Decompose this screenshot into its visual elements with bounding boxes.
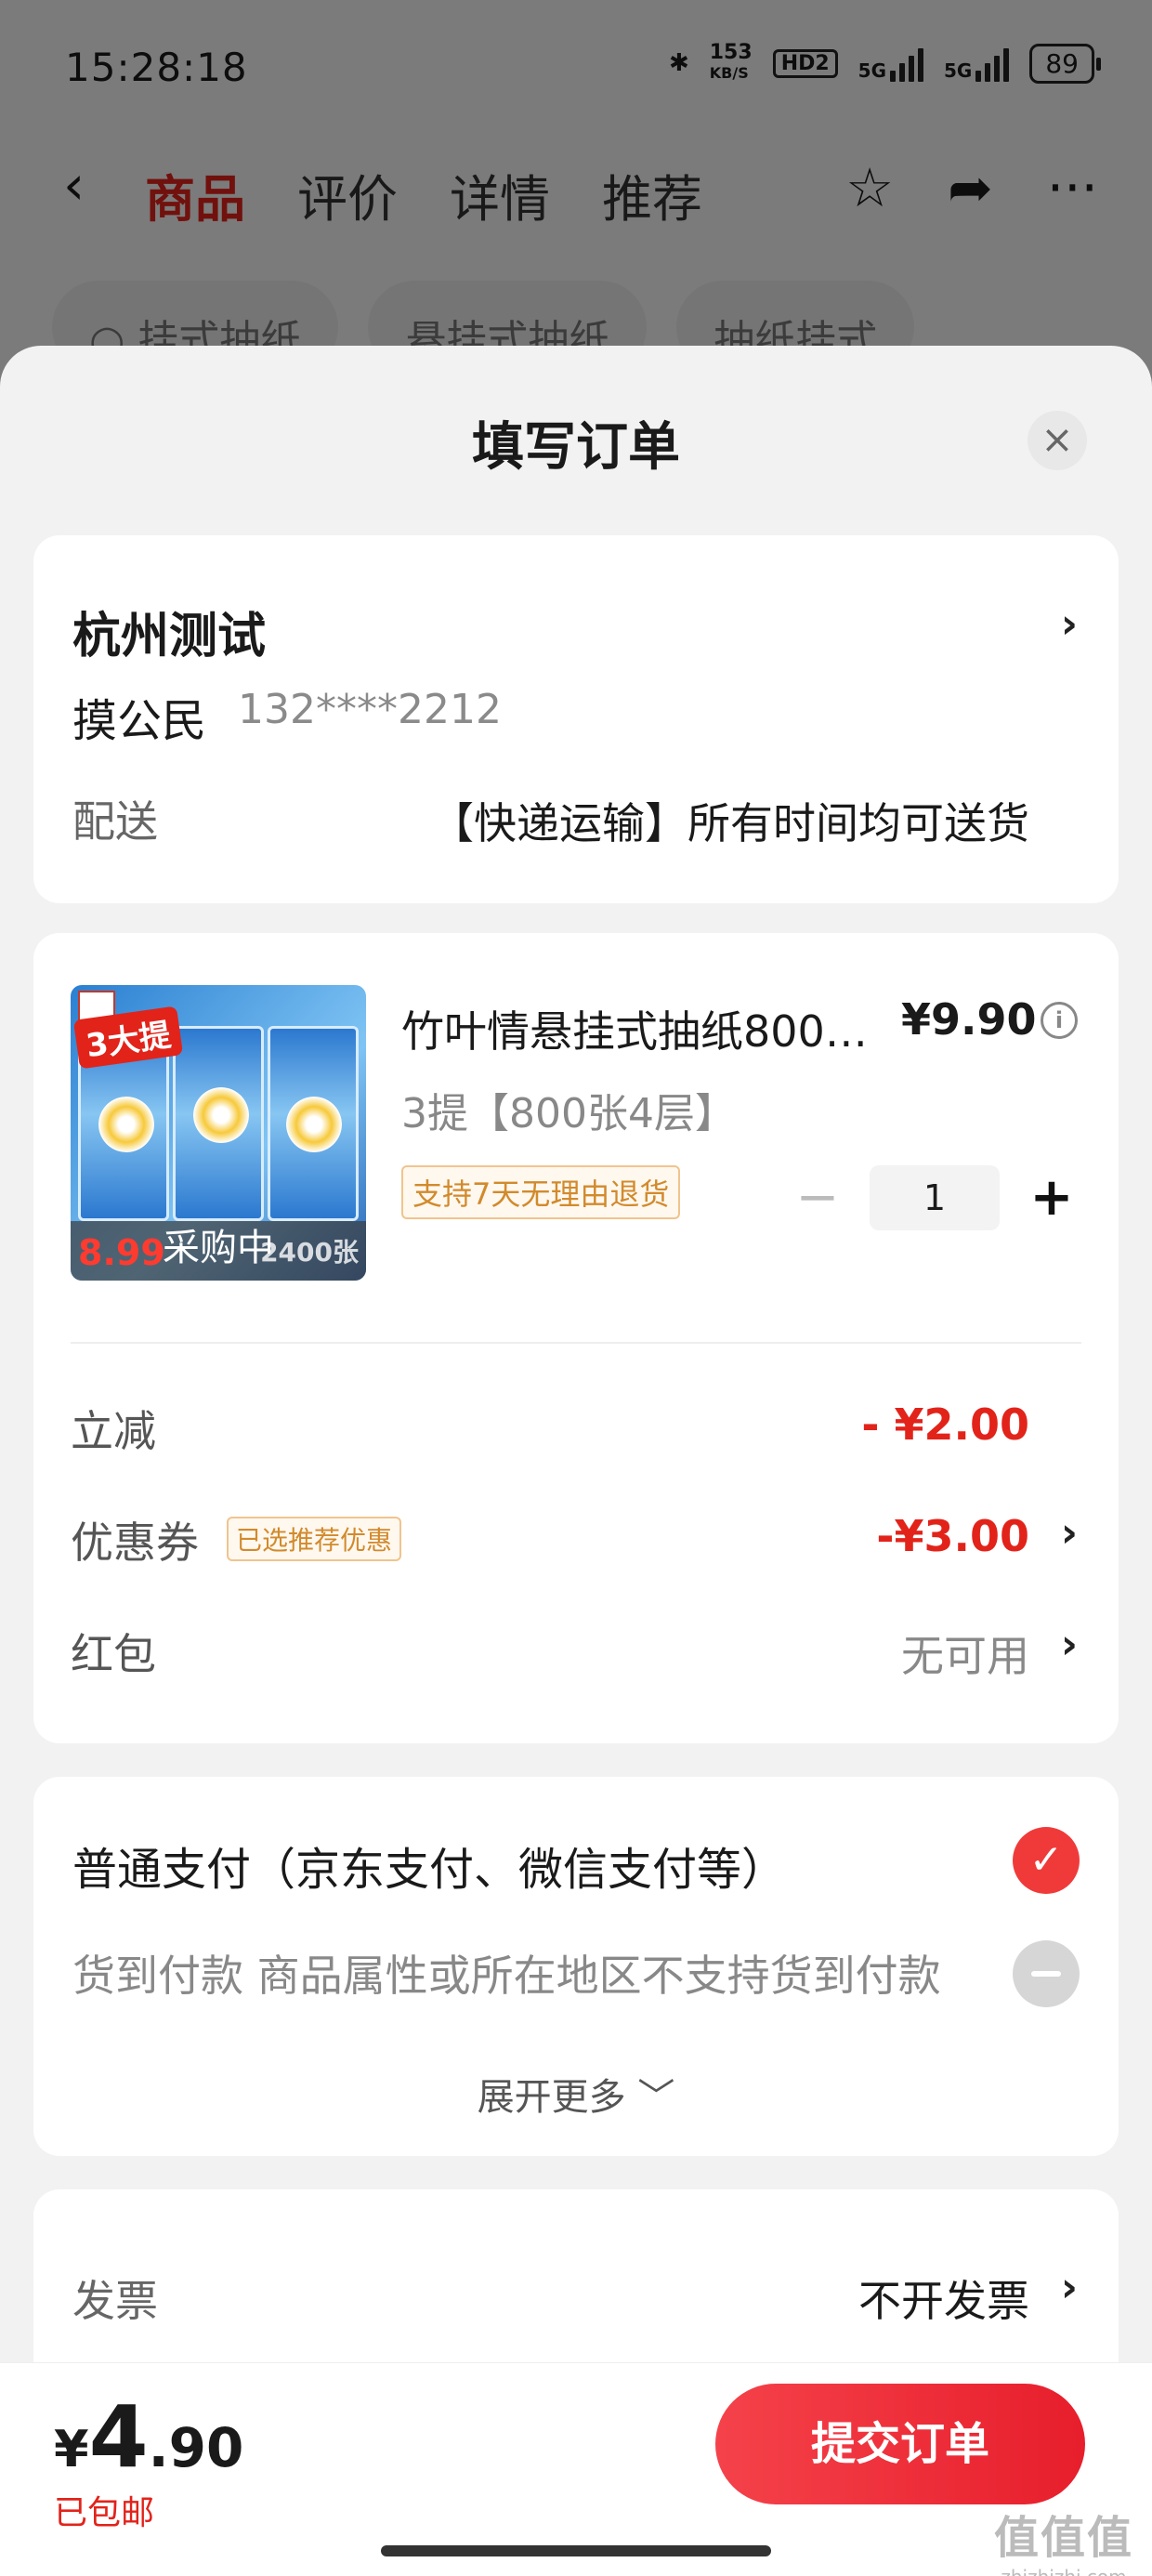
recipient-name: 摸公民 — [72, 695, 207, 747]
quantity-value[interactable]: 1 — [870, 1165, 1000, 1230]
total-decimal: .90 — [148, 2416, 244, 2479]
chevron-right-icon: › — [1060, 2264, 1078, 2311]
instant-discount-label: 立减 — [71, 1406, 156, 1456]
address-card[interactable]: 杭州测试 › 摸公民 132****2212 配送 【快递运输】所有时间均可送货 — [33, 535, 1119, 903]
instant-discount-row: 立减 - ¥2.00 — [71, 1398, 1081, 1463]
expand-more-button[interactable]: 展开更多 ﹀ — [33, 2067, 1119, 2121]
total-price: ¥4.90 — [54, 2387, 243, 2487]
dim-overlay[interactable] — [0, 0, 1152, 390]
coupon-row[interactable]: 优惠券 已选推荐优惠 -¥3.00 › — [71, 1509, 1081, 1574]
watermark: 值值值 zhizhizhi.com — [994, 2501, 1133, 2576]
flower-image — [193, 1087, 249, 1143]
address-city: 杭州测试 — [72, 609, 267, 664]
chevron-right-icon: › — [1060, 600, 1078, 648]
flower-image — [286, 1097, 342, 1152]
total-integer: 4 — [88, 2387, 149, 2487]
home-indicator[interactable] — [381, 2545, 771, 2556]
checkmark-icon[interactable]: ✓ — [1013, 1827, 1080, 1894]
product-price: ¥9.90 — [901, 994, 1037, 1045]
coupon-value: -¥3.00 — [876, 1511, 1029, 1561]
info-icon[interactable]: i — [1041, 1002, 1078, 1039]
shipping-label: 配送 — [72, 796, 158, 847]
watermark-text: 值值值 — [993, 2512, 1133, 2564]
chevron-right-icon: › — [1060, 1621, 1078, 1668]
recipient-phone: 132****2212 — [238, 686, 502, 733]
watermark-url: zhizhizhi.com — [994, 2566, 1133, 2576]
return-policy-tag: 支持7天无理由退货 — [401, 1165, 681, 1219]
red-packet-row[interactable]: 红包 无可用 › — [71, 1621, 1081, 1686]
bottom-bar: ¥4.90 已包邮 提交订单 值值值 zhizhizhi.com — [0, 2362, 1152, 2576]
product-thumbnail[interactable]: 3大提 8.99 2400张 采购中 — [71, 985, 366, 1281]
divider — [71, 1342, 1081, 1344]
invoice-value: 不开发票 — [858, 2276, 1029, 2326]
thumb-status: 采购中 — [163, 1227, 274, 1269]
currency-symbol: ¥ — [54, 2420, 89, 2478]
coupon-tag: 已选推荐优惠 — [227, 1517, 402, 1561]
product-page-background: 15:28:18 ✱ 153 KB/S HD2 5G 5G 89 ‹ 商品 评价… — [0, 0, 1152, 390]
payment-card: 普通支付（京东支付、微信支付等） ✓ 货到付款 商品属性或所在地区不支持货到付款… — [33, 1777, 1119, 2156]
sheet-title: 填写订单 — [472, 417, 680, 478]
instant-discount-value: - ¥2.00 — [861, 1400, 1029, 1450]
product-spec: 3提【800张4层】 — [401, 1090, 736, 1137]
product-title[interactable]: 竹叶情悬挂式抽纸800张4层 — [401, 998, 884, 1059]
normal-payment-label[interactable]: 普通支付（京东支付、微信支付等） — [72, 1833, 786, 1898]
invoice-label: 发票 — [72, 2276, 158, 2326]
coupon-label: 优惠券 — [71, 1518, 199, 1568]
close-button[interactable]: × — [1028, 411, 1087, 470]
red-packet-label: 红包 — [71, 1629, 156, 1679]
flower-image — [98, 1097, 154, 1152]
product-card: 3大提 8.99 2400张 采购中 竹叶情悬挂式抽纸800张4层 ¥9.90 … — [33, 933, 1119, 1743]
chevron-right-icon: › — [1060, 1509, 1078, 1557]
close-icon: × — [1041, 416, 1074, 462]
decrease-button[interactable]: − — [790, 1170, 845, 1226]
order-sheet: 填写订单 × 杭州测试 › 摸公民 132****2212 配送 【快递运输】所… — [0, 346, 1152, 2576]
cod-payment-label: 货到付款 商品属性或所在地区不支持货到付款 — [72, 1951, 941, 2001]
submit-order-button[interactable]: 提交订单 — [715, 2384, 1085, 2504]
free-shipping-label: 已包邮 — [54, 2494, 155, 2532]
red-packet-value: 无可用 — [901, 1631, 1029, 1681]
quantity-stepper: − 1 + — [790, 1165, 1080, 1230]
shipping-value[interactable]: 【快递运输】所有时间均可送货 — [431, 790, 1029, 851]
disabled-radio-icon — [1013, 1940, 1080, 2007]
increase-button[interactable]: + — [1024, 1170, 1080, 1226]
